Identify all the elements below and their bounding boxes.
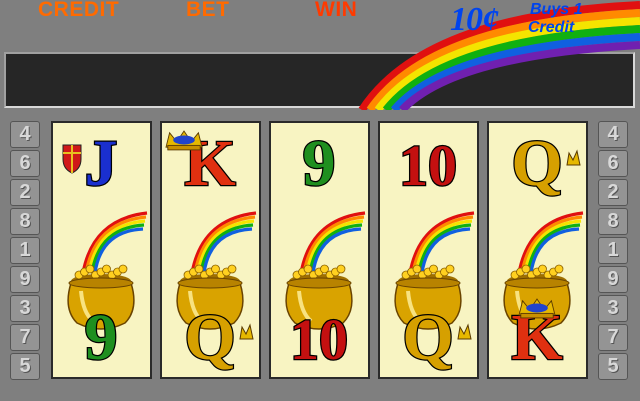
symbol-9-label: 9 — [303, 127, 336, 200]
reel-2: KQ — [160, 121, 261, 379]
payline-right-3-button[interactable]: 3 — [598, 295, 628, 322]
reel-5-symbol-3: K — [510, 298, 564, 375]
payline-left-9-button[interactable]: 9 — [10, 266, 40, 293]
reel-4-symbol-1: 10 — [398, 132, 459, 200]
reel-4: 10 Q — [378, 121, 479, 379]
payline-left-5-button[interactable]: 5 — [10, 353, 40, 380]
bet-label: BET — [186, 0, 230, 21]
reel-5: QK — [487, 121, 588, 379]
denomination-text: Buys 1 Credit — [528, 1, 583, 37]
crown-small-icon — [239, 323, 254, 340]
slot-machine-screen: CREDIT BET WIN 10¢ Buys 1 Credit 4628193… — [0, 0, 640, 401]
reel-2-symbol-1: K — [165, 126, 237, 201]
credit-line: Credit — [528, 19, 575, 36]
symbol-10-label: 10 — [399, 133, 457, 198]
payline-left-8-button[interactable]: 8 — [10, 208, 40, 235]
reel-1: J9 — [51, 121, 152, 379]
payline-left-2-button[interactable]: 2 — [10, 179, 40, 206]
reel-4-symbol-3: Q — [401, 300, 472, 375]
payline-right-4-button[interactable]: 4 — [598, 121, 628, 148]
buys-line: Buys 1 — [530, 1, 583, 18]
payline-right-2-button[interactable]: 2 — [598, 179, 628, 206]
reel-5-symbol-1: Q — [510, 126, 581, 201]
symbol-Q-label: Q — [184, 301, 235, 374]
reel-2-symbol-3: Q — [183, 300, 254, 375]
payline-left-7-button[interactable]: 7 — [10, 324, 40, 351]
credit-label: CREDIT — [38, 0, 120, 21]
crown-small-icon — [457, 323, 472, 340]
reel-3-symbol-3: 10 — [289, 306, 350, 374]
payline-right-9-button[interactable]: 9 — [598, 266, 628, 293]
payline-buttons-right: 462819375 — [598, 121, 628, 382]
reel-1-symbol-1: J — [62, 126, 119, 201]
reel-3: 9 10 — [269, 121, 370, 379]
payline-right-1-button[interactable]: 1 — [598, 237, 628, 264]
symbol-10-label: 10 — [290, 307, 348, 372]
symbol-9-label: 9 — [85, 301, 118, 374]
symbol-J-label: J — [85, 127, 118, 200]
payline-right-6-button[interactable]: 6 — [598, 150, 628, 177]
payline-left-3-button[interactable]: 3 — [10, 295, 40, 322]
shield-icon — [62, 144, 82, 174]
denomination-price: 10¢ — [450, 1, 499, 38]
payline-buttons-left: 462819375 — [10, 121, 40, 382]
payline-right-5-button[interactable]: 5 — [598, 353, 628, 380]
reel-1-symbol-3: 9 — [83, 300, 119, 376]
payline-right-7-button[interactable]: 7 — [598, 324, 628, 351]
win-label: WIN — [315, 0, 358, 21]
symbol-Q-label: Q — [511, 127, 562, 200]
symbol-Q-label: Q — [402, 301, 453, 374]
payline-left-6-button[interactable]: 6 — [10, 150, 40, 177]
payline-left-1-button[interactable]: 1 — [10, 237, 40, 264]
crown-small-icon — [566, 149, 581, 166]
payline-left-4-button[interactable]: 4 — [10, 121, 40, 148]
payline-right-8-button[interactable]: 8 — [598, 208, 628, 235]
reel-3-symbol-1: 9 — [301, 126, 337, 202]
